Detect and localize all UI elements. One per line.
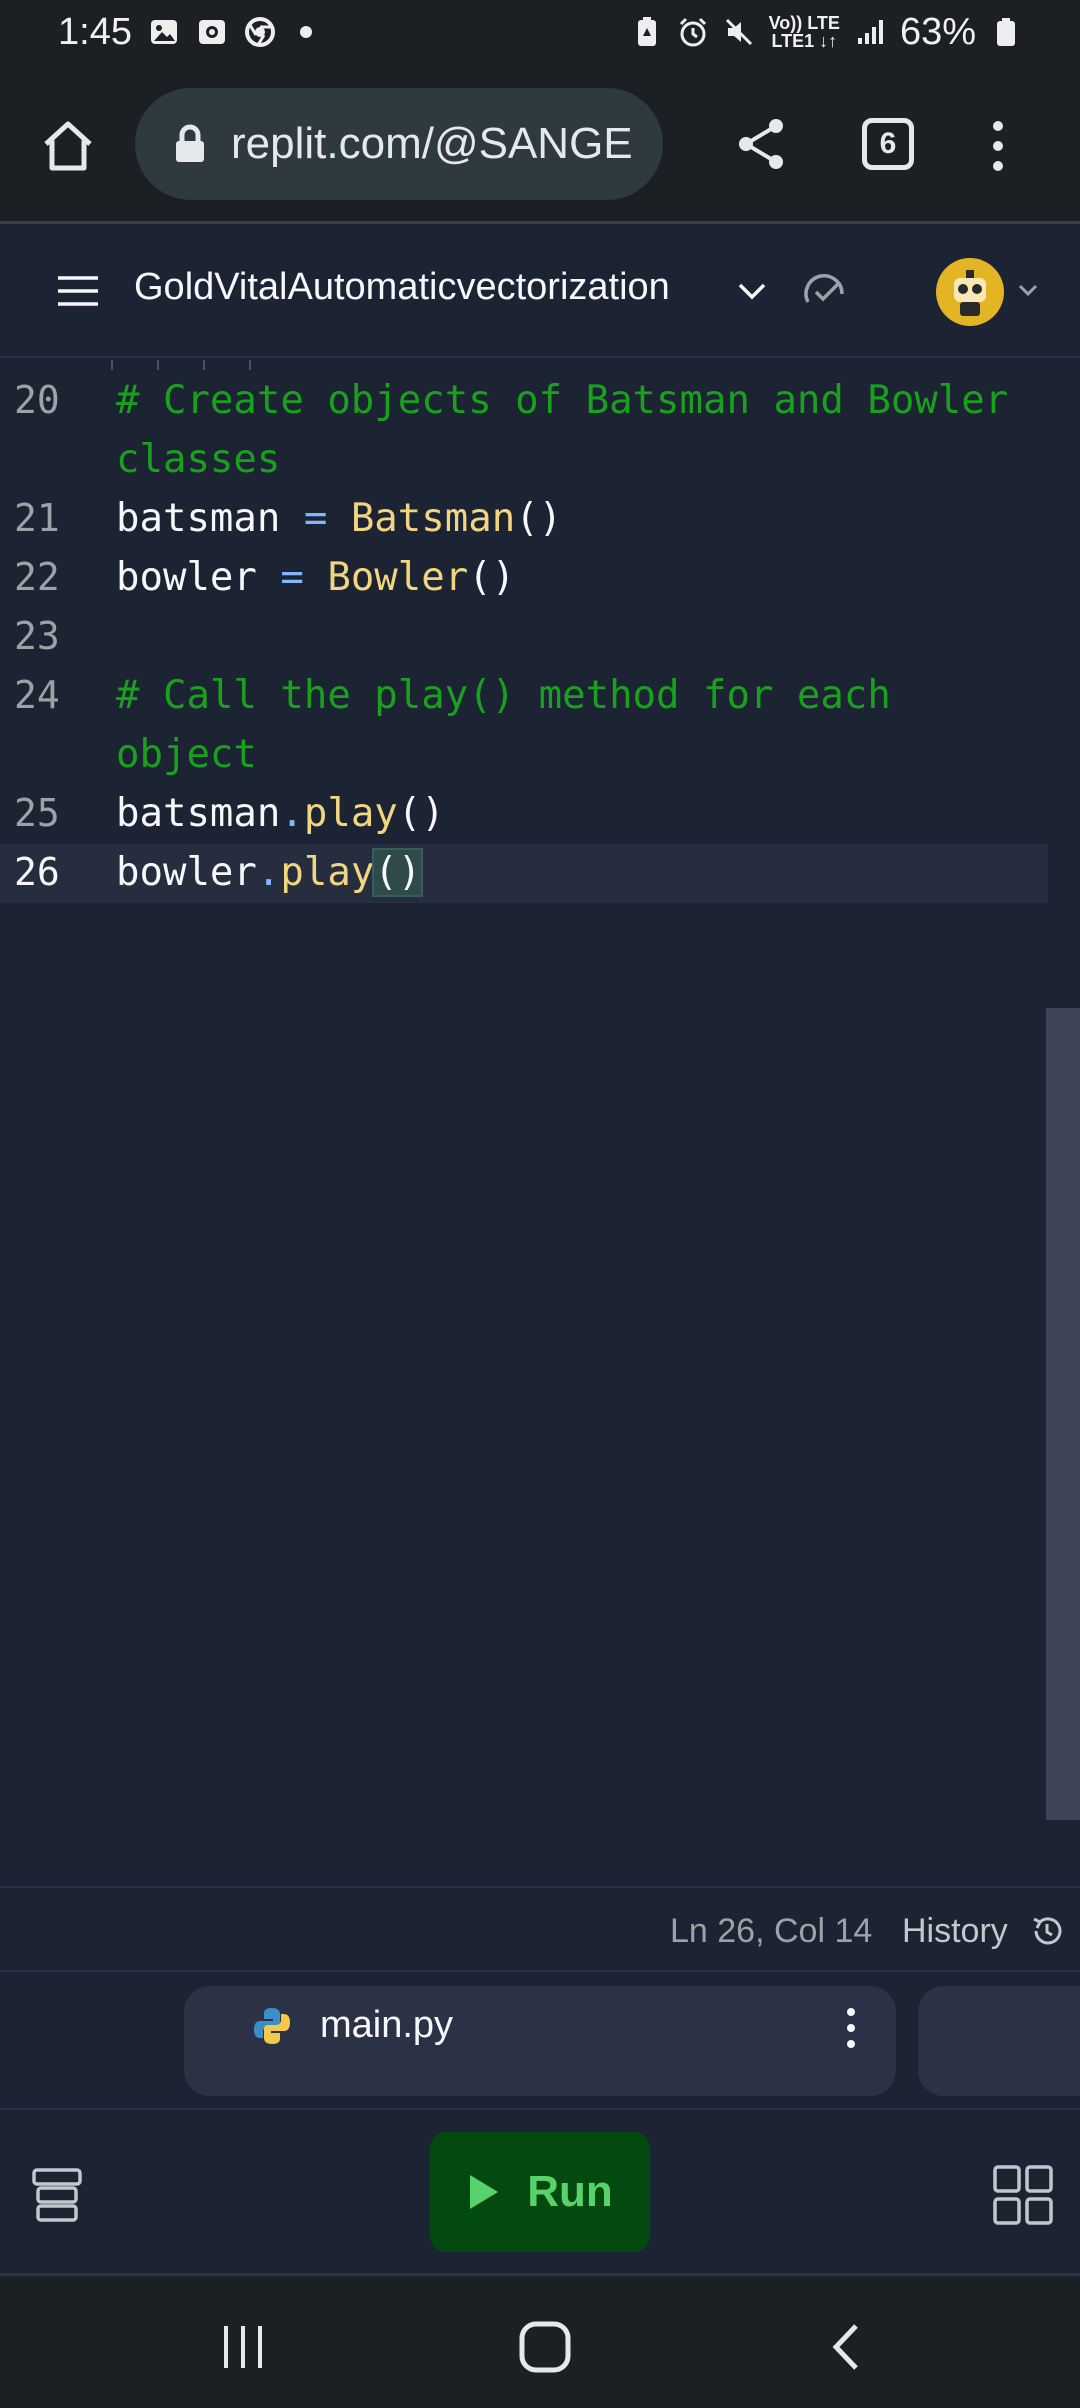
- grid-icon[interactable]: [992, 2164, 1054, 2226]
- system-home-icon[interactable]: [518, 2320, 572, 2374]
- file-tab-bar: main.py: [0, 1972, 1080, 2108]
- code-line-26-active[interactable]: 26 bowler.play(): [0, 844, 1048, 903]
- camera-app-icon: [198, 20, 225, 44]
- file-name: main.py: [320, 2004, 454, 2046]
- browser-toolbar: replit.com/@SANGE 6: [0, 64, 1080, 224]
- lock-icon: [176, 124, 204, 162]
- alarm-icon: [679, 17, 706, 47]
- tools-icon[interactable]: [28, 2166, 86, 2224]
- code-text: batsman.play(): [116, 791, 445, 836]
- line-number: 21: [14, 496, 60, 540]
- battery-percent: 63%: [899, 10, 976, 53]
- url-text: replit.com/@SANGE: [231, 119, 633, 168]
- line-number: 22: [14, 555, 60, 599]
- status-bar: 1:45 Vo)) LTE LTE1 ↓↑ 63%: [0, 0, 1080, 64]
- notification-dot: [299, 26, 312, 38]
- system-navigation-bar: [0, 2278, 1080, 2408]
- chrome-icon: [244, 17, 275, 47]
- matched-brackets: (): [372, 848, 424, 897]
- chevron-down-icon[interactable]: [736, 276, 768, 306]
- recents-icon[interactable]: [218, 2322, 268, 2372]
- code-line-20-wrap[interactable]: classes: [0, 431, 1048, 490]
- gallery-icon: [150, 20, 177, 44]
- code-line-24-wrap[interactable]: object: [0, 726, 1048, 785]
- file-tab-next[interactable]: [918, 1986, 1080, 2096]
- signal-icon: [857, 20, 883, 44]
- status-time: 1:45: [58, 10, 132, 53]
- mute-icon: [725, 18, 752, 46]
- comment-text: # Call the play() method for each: [116, 673, 891, 718]
- cursor-position: Ln 26, Col 14: [670, 1912, 873, 1950]
- python-icon: [254, 2008, 290, 2044]
- cloud-saved-icon[interactable]: [800, 268, 848, 312]
- history-button[interactable]: History: [902, 1912, 1008, 1951]
- line-number: 25: [14, 791, 60, 835]
- home-icon[interactable]: [38, 116, 98, 176]
- comment-text-wrap: classes: [116, 437, 281, 482]
- line-number: 26: [14, 850, 60, 894]
- code-text: batsman = Batsman(): [116, 496, 563, 541]
- tab-switcher-button[interactable]: 6: [862, 118, 914, 170]
- battery-saver-icon: [637, 17, 656, 46]
- run-label: Run: [527, 2167, 613, 2216]
- code-line-22[interactable]: 22 bowler = Bowler(): [0, 549, 1048, 608]
- line-number: 20: [14, 378, 60, 422]
- file-options-icon[interactable]: [846, 2006, 856, 2050]
- action-bar: Run: [0, 2108, 1080, 2276]
- code-line-21[interactable]: 21 batsman = Batsman(): [0, 490, 1048, 549]
- code-line-25[interactable]: 25 batsman.play(): [0, 785, 1048, 844]
- robot-avatar-icon: [954, 270, 986, 316]
- account-chevron-icon[interactable]: [1016, 280, 1040, 300]
- repl-header: GoldVitalAutomaticvectorization: [0, 224, 1080, 358]
- code-text: bowler.play(): [116, 848, 424, 897]
- line-number: 23: [14, 614, 60, 658]
- code-text: bowler = Bowler(): [116, 555, 516, 600]
- code-line-23[interactable]: 23: [0, 608, 1048, 667]
- network-type: Vo)) LTE LTE1 ↓↑: [768, 13, 840, 51]
- code-line-24[interactable]: 24 # Call the play() method for each: [0, 667, 1048, 726]
- run-button[interactable]: Run: [430, 2132, 650, 2252]
- more-options-icon[interactable]: [986, 118, 1010, 174]
- code-editor[interactable]: 20 # Create objects of Batsman and Bowle…: [0, 360, 1080, 1886]
- share-icon[interactable]: [734, 116, 790, 172]
- address-bar[interactable]: replit.com/@SANGE: [135, 88, 663, 200]
- editor-status-bar: Ln 26, Col 14 History: [0, 1886, 1080, 1972]
- back-icon[interactable]: [826, 2320, 866, 2374]
- battery-icon: [997, 18, 1015, 46]
- code-line-20[interactable]: 20 # Create objects of Batsman and Bowle…: [0, 372, 1048, 431]
- editor-scrollbar[interactable]: [1046, 1008, 1080, 1820]
- avatar[interactable]: [936, 258, 1004, 326]
- line-number: 24: [14, 673, 60, 717]
- menu-icon[interactable]: [56, 274, 100, 308]
- history-icon[interactable]: [1030, 1914, 1064, 1948]
- comment-text-wrap: object: [116, 732, 257, 777]
- repl-title[interactable]: GoldVitalAutomaticvectorization: [134, 266, 670, 309]
- indent-guides: [111, 360, 251, 370]
- comment-text: # Create objects of Batsman and Bowler: [116, 378, 1009, 423]
- play-icon: [470, 2175, 499, 2209]
